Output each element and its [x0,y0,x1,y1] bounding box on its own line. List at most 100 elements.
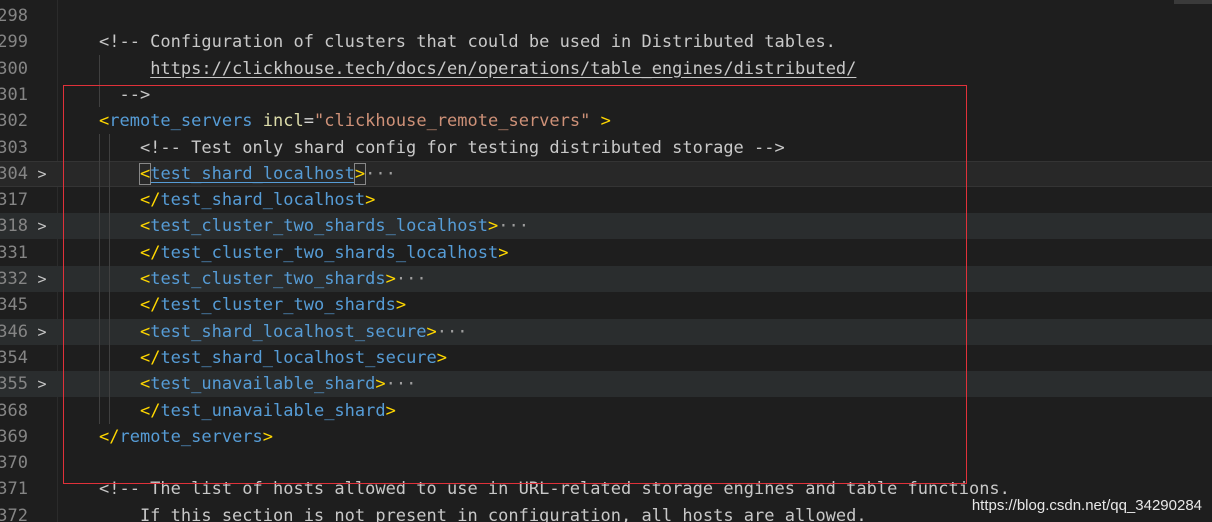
code-text[interactable]: <test_shard_localhost_secure>··· [99,319,468,345]
code-line[interactable]: 355 > <test_unavailable_shard>··· [0,371,1212,398]
code-token: < [139,269,151,289]
code-token: > [262,426,274,447]
code-token: > [426,321,437,342]
line-number: 355 [0,374,28,395]
code-line[interactable]: 301 --> [0,82,1212,108]
code-token: > [353,162,367,185]
fold-chevron-right-icon[interactable]: > [34,213,50,239]
code-text[interactable]: </test_cluster_two_shards> [99,292,406,318]
line-number: 303 [0,137,28,158]
code-line[interactable]: 317 </test_shard_localhost> [0,187,1212,213]
code-token: </ [99,426,120,447]
code-editor[interactable]: 298 299 <!-- Configuration of clusters tha… [0,0,1212,522]
code-line[interactable]: 331 </test_cluster_two_shards_localhost> [0,240,1212,266]
code-text[interactable]: If this section is not present in config… [99,503,867,522]
code-token: test_cluster_two_shards [160,295,396,316]
code-token: ··· [395,269,427,289]
indent-guide [99,134,100,424]
code-token: https://clickhouse.tech/docs/en/operatio… [150,58,857,79]
line-number: 370 [0,453,28,474]
code-token: incl [262,111,304,132]
line-number: 332 [0,269,28,289]
line-number: 369 [0,426,28,447]
fold-chevron-right-icon[interactable]: > [34,162,50,186]
code-token: ··· [436,321,468,342]
code-line[interactable]: 345 </test_cluster_two_shards> [0,292,1212,318]
code-line[interactable]: 370 [0,450,1212,476]
code-token: test_shard_localhost_secure [150,321,427,342]
code-line[interactable]: 368 </test_unavailable_shard> [0,398,1212,424]
code-text[interactable]: <!-- Test only shard config for testing … [99,135,785,161]
line-number: 302 [0,111,28,132]
code-token: <!-- Configuration of clusters that coul… [99,32,836,53]
code-token: > [436,347,448,368]
indent-guide [109,134,110,424]
code-text[interactable]: --> [99,82,150,108]
line-number: 317 [0,190,28,211]
code-token: > [385,400,396,421]
code-token: test_unavailable_shard [160,400,386,421]
code-text[interactable]: <!-- The list of hosts allowed to use in… [99,476,1010,502]
fold-chevron-right-icon[interactable]: > [34,319,50,345]
code-token: < [139,321,151,342]
code-line[interactable]: 318 > <test_cluster_two_shards_localhost>… [0,213,1212,240]
code-token: --> [99,84,151,105]
code-token: > [487,216,499,237]
code-token: <!-- Test only shard config for testing … [99,137,785,158]
code-line[interactable]: 332 > <test_cluster_two_shards>··· [0,266,1212,292]
code-token: > [498,242,509,263]
code-token: </ [139,400,161,421]
code-text[interactable]: </remote_servers> [99,424,273,450]
code-token: = [303,111,314,132]
code-line[interactable]: 369 </remote_servers> [0,424,1212,450]
code-text[interactable]: <!-- Configuration of clusters that coul… [99,29,836,55]
code-token: remote_servers [119,426,263,447]
code-text[interactable]: </test_unavailable_shard> [99,398,396,424]
code-text[interactable]: <test_cluster_two_shards>··· [99,266,427,292]
code-token: ··· [498,216,529,237]
fold-chevron-right-icon[interactable]: > [34,266,50,292]
code-line[interactable]: 346 > <test_shard_localhost_secure>··· [0,318,1212,345]
code-token: > [365,190,376,211]
code-line[interactable]: 303 <!-- Test only shard config for test… [0,135,1212,161]
code-line[interactable]: 304 > <test_shard_localhost>··· [0,160,1212,187]
code-text[interactable]: <test_unavailable_shard>··· [99,371,416,397]
code-text[interactable]: </test_shard_localhost_secure> [99,345,447,371]
code-text[interactable]: <test_cluster_two_shards_localhost>··· [99,213,529,239]
code-line[interactable]: 299 <!-- Configuration of clusters that c… [0,29,1212,55]
code-token: > [395,295,407,316]
code-token: ··· [365,163,396,184]
code-line[interactable]: 354 </test_shard_localhost_secure> [0,345,1212,371]
code-token: > [600,111,611,132]
code-text[interactable]: https://clickhouse.tech/docs/en/operatio… [99,56,856,82]
code-token: test_cluster_two_shards_localhost [160,242,499,263]
line-number: 354 [0,347,28,368]
code-text[interactable]: <test_shard_localhost>··· [99,162,396,186]
fold-chevron-right-icon[interactable]: > [34,371,50,397]
code-text[interactable]: </test_shard_localhost> [99,187,375,213]
code-line[interactable]: 302 <remote_servers incl="clickhouse_remo… [0,108,1212,134]
code-token: < [139,216,151,237]
code-line[interactable]: 298 [0,3,1212,29]
line-number: 318 [0,216,28,237]
code-token: test_shard_localhost_secure [160,347,437,368]
code-token: > [375,374,386,395]
code-token: remote_servers [109,111,253,132]
code-text[interactable]: </test_cluster_two_shards_localhost> [99,240,509,266]
code-token: test_cluster_two_shards [150,269,386,289]
code-line[interactable]: 300 https://clickhouse.tech/docs/en/oper… [0,56,1212,82]
indent-guide [99,55,100,107]
code-token: < [139,374,151,395]
line-number: 301 [0,84,28,105]
line-number: 372 [0,505,28,522]
watermark-text: https://blog.csdn.net/qq_34290284 [971,497,1202,514]
code-token: test_shard_localhost [150,163,355,184]
code-text[interactable]: <remote_servers incl="clickhouse_remote_… [99,108,611,134]
